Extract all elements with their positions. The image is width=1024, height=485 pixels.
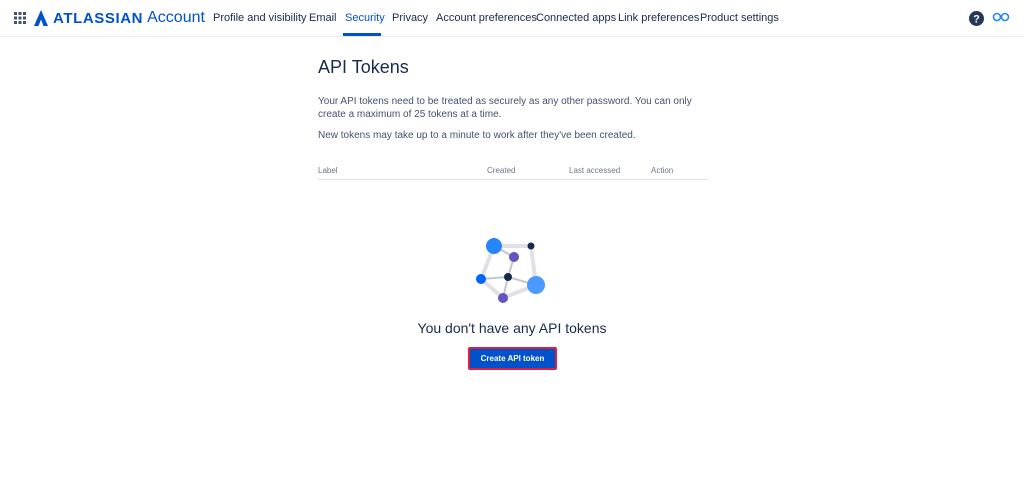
- active-tab-indicator: [343, 33, 381, 36]
- nav-account-preferences[interactable]: Account preferences: [436, 12, 537, 24]
- column-header-created: Created: [487, 166, 516, 175]
- nav-link-preferences[interactable]: Link preferences: [618, 12, 699, 24]
- product-name: Account: [147, 9, 205, 26]
- nav-security[interactable]: Security: [345, 12, 385, 24]
- nav-product-settings[interactable]: Product settings: [700, 12, 779, 24]
- app-switcher-icon[interactable]: [14, 12, 26, 24]
- column-header-action: Action: [651, 166, 674, 175]
- column-header-label: Label: [318, 166, 338, 175]
- help-icon[interactable]: ?: [969, 11, 984, 26]
- profile-icon[interactable]: [992, 10, 1010, 24]
- tokens-table-header: Label Created Last accessed Action: [318, 164, 708, 180]
- nav-connected-apps[interactable]: Connected apps: [536, 12, 616, 24]
- empty-state-title: You don't have any API tokens: [417, 320, 607, 336]
- atlassian-logo-icon: [34, 10, 48, 26]
- nav-profile-and-visibility[interactable]: Profile and visibility: [213, 12, 307, 24]
- description-token-security: Your API tokens need to be treated as se…: [318, 96, 692, 120]
- nav-email[interactable]: Email: [309, 12, 337, 24]
- empty-state-illustration: [476, 238, 545, 303]
- page-title: API Tokens: [318, 57, 409, 77]
- atlassian-account-logo[interactable]: ATLASSIAN Account: [34, 8, 205, 28]
- description-token-delay: New tokens may take up to a minute to wo…: [318, 130, 636, 141]
- column-header-last-accessed: Last accessed: [569, 166, 621, 175]
- top-navigation: ATLASSIAN Account Profile and visibility…: [0, 0, 1024, 37]
- nav-privacy[interactable]: Privacy: [392, 12, 428, 24]
- brand-name: ATLASSIAN: [53, 9, 144, 27]
- svg-text:?: ?: [973, 13, 980, 25]
- create-api-token-button[interactable]: Create API token: [468, 347, 557, 370]
